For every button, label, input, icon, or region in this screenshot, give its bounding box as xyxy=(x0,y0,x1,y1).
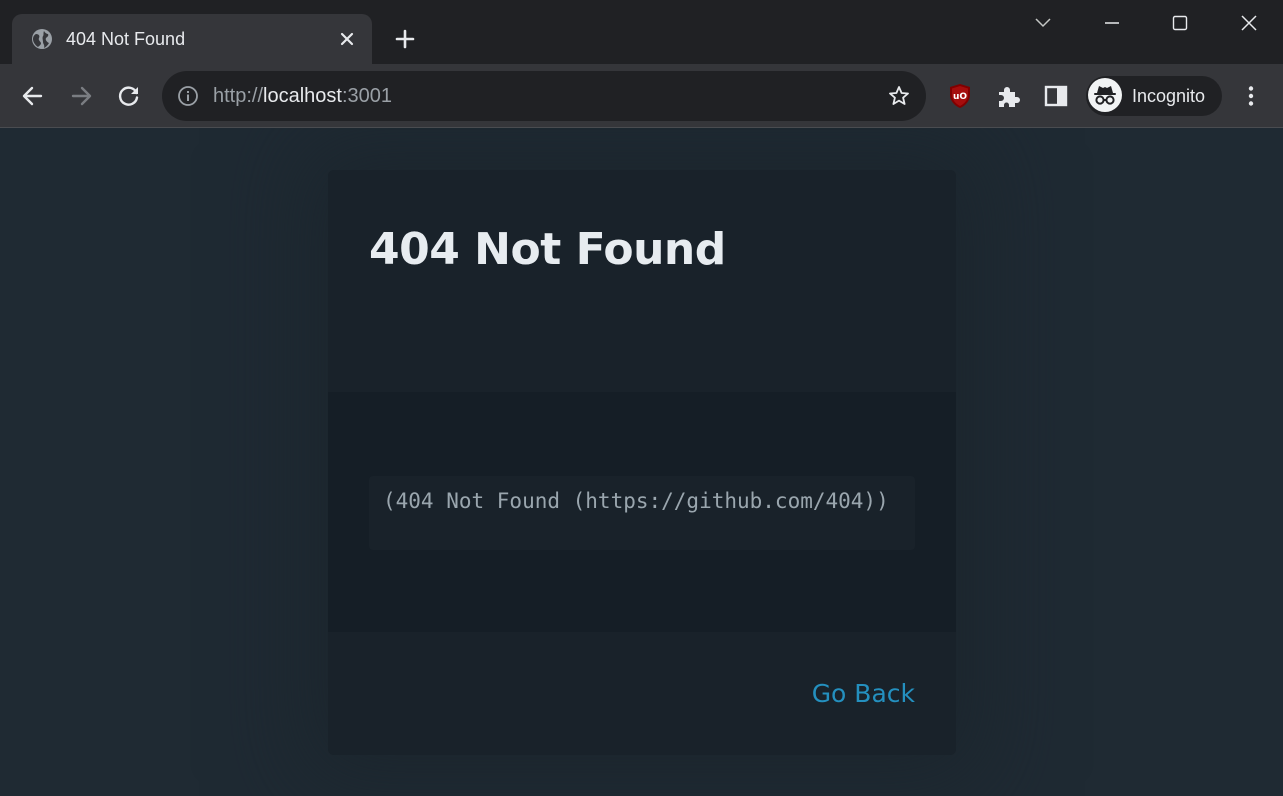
url-scheme: http:// xyxy=(213,85,264,107)
close-tab-icon[interactable] xyxy=(337,29,357,49)
incognito-profile-button[interactable]: Incognito xyxy=(1086,76,1222,116)
site-info-icon[interactable] xyxy=(177,85,199,107)
profile-label: Incognito xyxy=(1132,86,1206,106)
forward-arrow-icon[interactable] xyxy=(67,82,95,110)
close-window-icon[interactable] xyxy=(1234,8,1264,38)
browser-toolbar: http://localhost:3001 uO Incognito xyxy=(0,64,1283,128)
globe-icon xyxy=(31,28,53,50)
back-arrow-icon[interactable] xyxy=(19,82,47,110)
card-footer: Go Back xyxy=(328,632,956,755)
ublock-origin-icon[interactable]: uO xyxy=(946,82,974,110)
new-tab-icon[interactable] xyxy=(393,27,417,51)
tab-title: 404 Not Found xyxy=(66,29,186,49)
side-panel-icon[interactable] xyxy=(1042,82,1070,110)
url-text[interactable]: http://localhost:3001 xyxy=(213,84,392,108)
url-host: localhost xyxy=(263,85,342,107)
card-header: 404 Not Found xyxy=(328,170,956,392)
tab-search-icon[interactable] xyxy=(1028,8,1058,38)
error-card: 404 Not Found (404 Not Found (https://gi… xyxy=(328,170,956,755)
bookmark-star-icon[interactable] xyxy=(887,84,911,108)
url-port: :3001 xyxy=(341,85,393,107)
card-body: (404 Not Found (https://github.com/404)) xyxy=(328,392,956,632)
error-message-box: (404 Not Found (https://github.com/404)) xyxy=(369,476,915,550)
browser-title-bar: 404 Not Found xyxy=(0,0,1283,64)
reload-icon[interactable] xyxy=(115,82,143,110)
extensions-puzzle-icon[interactable] xyxy=(994,82,1022,110)
page-title: 404 Not Found xyxy=(369,224,726,275)
maximize-icon[interactable] xyxy=(1165,8,1195,38)
incognito-icon xyxy=(1088,78,1122,112)
browser-tab[interactable]: 404 Not Found xyxy=(12,14,372,64)
go-back-link[interactable]: Go Back xyxy=(812,679,915,709)
minimize-icon[interactable] xyxy=(1097,8,1127,38)
menu-kebab-icon[interactable] xyxy=(1237,82,1265,110)
page-content: 404 Not Found (404 Not Found (https://gi… xyxy=(0,128,1283,796)
error-message: (404 Not Found (https://github.com/404)) xyxy=(383,489,889,513)
address-bar[interactable]: http://localhost:3001 xyxy=(162,71,926,121)
svg-text:uO: uO xyxy=(953,92,967,102)
